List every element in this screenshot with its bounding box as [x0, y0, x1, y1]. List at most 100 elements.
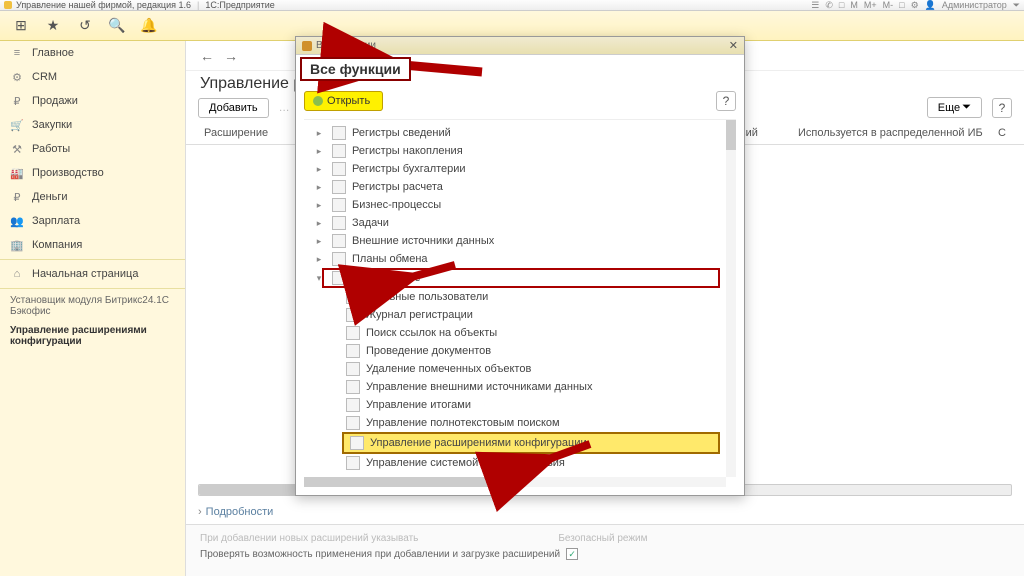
sidebar-item-1[interactable]: ⚙CRM: [0, 65, 185, 89]
tree-child-1[interactable]: Журнал регистрации: [346, 306, 720, 324]
col-c[interactable]: С: [992, 124, 1012, 142]
search-icon[interactable]: 🔍: [108, 17, 126, 35]
footer-checkbox[interactable]: ✓: [566, 548, 578, 560]
sidebar-icon-0: ≡: [10, 46, 24, 60]
tree-child-last[interactable]: Управление системой взаимодействия: [346, 454, 720, 472]
help-button[interactable]: ?: [992, 98, 1012, 118]
sidebar-icon-5: 🏭: [10, 166, 24, 180]
grid-icon[interactable]: ⊞: [12, 17, 30, 35]
titlebar-right: ☰ ✆ □ M M+ M- □ ⚙ 👤 Администратор ⏷: [811, 0, 1020, 11]
sidebar-item-2[interactable]: ₽Продажи: [0, 89, 185, 113]
tree-child-6[interactable]: Управление итогами: [346, 396, 720, 414]
folder-icon: [332, 234, 346, 248]
sidebar-sub-0[interactable]: Установщик модуля Битрикс24.1С Бэкофис: [0, 291, 185, 321]
tree-parent-4[interactable]: ▸Бизнес-процессы: [328, 196, 720, 214]
tb-icon-call[interactable]: ✆: [825, 0, 833, 11]
tree-child-5[interactable]: Управление внешними источниками данных: [346, 378, 720, 396]
doc-icon: [346, 344, 360, 358]
tree-view: ▸Регистры сведений▸Регистры накопления▸Р…: [304, 119, 736, 487]
tree-child-highlighted[interactable]: Управление расширениями конфигурации: [342, 432, 720, 454]
tb-icon-win1[interactable]: □: [839, 0, 844, 11]
footer-panel: При добавлении новых расширений указыват…: [186, 524, 1024, 576]
close-icon[interactable]: ✕: [729, 39, 738, 52]
folder-icon: [332, 162, 346, 176]
bell-icon[interactable]: 🔔: [140, 17, 158, 35]
tree-child-7[interactable]: Управление полнотекстовым поиском: [346, 414, 720, 432]
sidebar-item-5[interactable]: 🏭Производство: [0, 161, 185, 185]
doc-icon: [346, 326, 360, 340]
star-icon[interactable]: ★: [44, 17, 62, 35]
folder-icon: [332, 271, 346, 285]
dialog-titlebar[interactable]: Все функции ✕: [296, 37, 744, 55]
doc-icon: [346, 416, 360, 430]
col-distributed[interactable]: Используется в распределенной ИБ: [792, 124, 992, 142]
folder-icon: [332, 144, 346, 158]
doc-icon: [346, 290, 360, 304]
tree-hscroll[interactable]: [304, 477, 726, 487]
footer-faded2: Безопасный режим: [558, 533, 647, 544]
sidebar-sub-1[interactable]: Управление расширениями конфигурации: [0, 321, 185, 351]
dialog-title-text: Все функции: [316, 40, 376, 51]
footer-check-label: Проверять возможность применения при доб…: [200, 549, 560, 560]
tb-icon-menu[interactable]: ☰: [811, 0, 819, 11]
sidebar-item-8[interactable]: 🏢Компания: [0, 233, 185, 257]
open-button[interactable]: Открыть: [304, 91, 383, 111]
sidebar-icon-4: ⚒: [10, 142, 24, 156]
app-icon: [4, 1, 12, 9]
sidebar: ≡Главное⚙CRM₽Продажи🛒Закупки⚒Работы🏭Прои…: [0, 41, 186, 576]
doc-icon: [346, 362, 360, 376]
sidebar-icon-1: ⚙: [10, 70, 24, 84]
tree-child-0[interactable]: Активные пользователи: [346, 288, 720, 306]
tree-child-2[interactable]: Поиск ссылок на объекты: [346, 324, 720, 342]
dialog-main-title: Все функции: [300, 57, 411, 81]
col-extension[interactable]: Расширение: [198, 124, 278, 142]
folder-icon: [332, 180, 346, 194]
folder-icon: [332, 252, 346, 266]
tb-icon-win2[interactable]: □: [899, 0, 904, 11]
titlebar-user[interactable]: Администратор: [942, 0, 1007, 11]
dialog-help-button[interactable]: ?: [716, 91, 736, 111]
titlebar-app-label: Управление нашей фирмой, редакция 1.6: [16, 0, 191, 10]
sidebar-item-7[interactable]: 👥Зарплата: [0, 209, 185, 233]
tb-icon-mminus[interactable]: M-: [883, 0, 894, 11]
sidebar-icon-6: ₽: [10, 190, 24, 204]
forward-button[interactable]: →: [222, 47, 240, 65]
sidebar-item-6[interactable]: ₽Деньги: [0, 185, 185, 209]
window-titlebar: Управление нашей фирмой, редакция 1.6 | …: [0, 0, 1024, 11]
all-functions-dialog: Все функции ✕ Все функции Открыть ? ▸Рег…: [295, 36, 745, 496]
add-button[interactable]: Добавить: [198, 98, 269, 118]
history-icon[interactable]: ↺: [76, 17, 94, 35]
tb-icon-gear[interactable]: ⚙: [911, 0, 919, 11]
back-button[interactable]: ←: [198, 47, 216, 65]
tree-parent-5[interactable]: ▸Задачи: [328, 214, 720, 232]
sidebar-item-3[interactable]: 🛒Закупки: [0, 113, 185, 137]
sidebar-item-0[interactable]: ≡Главное: [0, 41, 185, 65]
doc-icon: [346, 380, 360, 394]
sidebar-icon-2: ₽: [10, 94, 24, 108]
tree-parent-6[interactable]: ▸Внешние источники данных: [328, 232, 720, 250]
doc-icon: [350, 436, 364, 450]
sidebar-item-4[interactable]: ⚒Работы: [0, 137, 185, 161]
details-toggle[interactable]: Подробности: [198, 506, 273, 518]
tree-standard[interactable]: ▾Стандартные: [322, 268, 720, 288]
open-dot-icon: [313, 96, 323, 106]
sidebar-icon-3: 🛒: [10, 118, 24, 132]
sidebar-icon-7: 👥: [10, 214, 24, 228]
folder-icon: [332, 216, 346, 230]
doc-icon: [346, 456, 360, 470]
folder-icon: [332, 126, 346, 140]
tree-child-4[interactable]: Удаление помеченных объектов: [346, 360, 720, 378]
tree-parent-7[interactable]: ▸Планы обмена: [328, 250, 720, 268]
sidebar-icon-8: 🏢: [10, 238, 24, 252]
more-button[interactable]: Еще⏷: [927, 97, 982, 118]
tree-vscroll[interactable]: [726, 120, 736, 477]
tree-parent-0[interactable]: ▸Регистры сведений: [328, 124, 720, 142]
sidebar-start-page[interactable]: ⌂ Начальная страница: [0, 262, 185, 286]
tree-parent-1[interactable]: ▸Регистры накопления: [328, 142, 720, 160]
tree-child-3[interactable]: Проведение документов: [346, 342, 720, 360]
tree-parent-2[interactable]: ▸Регистры бухгалтерии: [328, 160, 720, 178]
tb-icon-mplus[interactable]: M+: [864, 0, 877, 11]
tree-parent-3[interactable]: ▸Регистры расчета: [328, 178, 720, 196]
sidebar-start-label: Начальная страница: [32, 268, 138, 280]
tb-icon-m[interactable]: M: [850, 0, 858, 11]
